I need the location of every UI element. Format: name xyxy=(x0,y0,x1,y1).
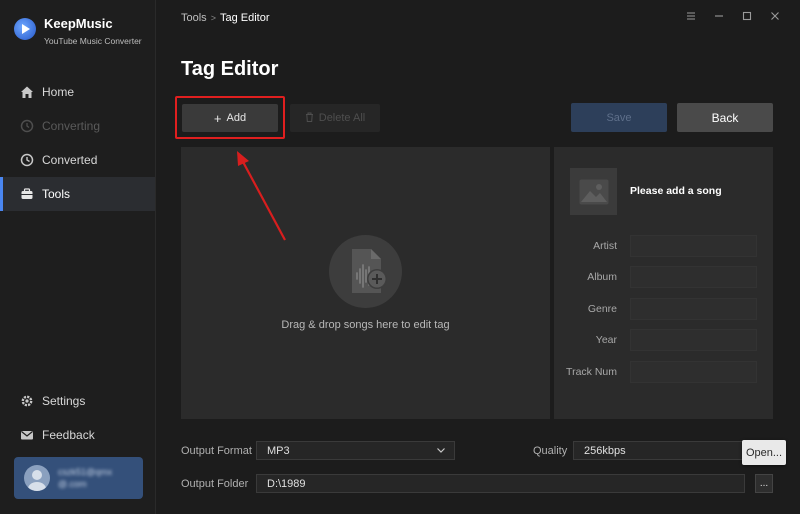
browse-folder-button[interactable]: ... xyxy=(755,474,773,493)
breadcrumb: Tools > Tag Editor xyxy=(181,12,269,24)
brand: KeepMusic YouTube Music Converter xyxy=(14,16,142,46)
output-folder-label: Output Folder xyxy=(181,478,249,490)
output-folder-value: D:\1989 xyxy=(267,477,306,490)
history-icon xyxy=(20,153,34,167)
tag-editor-panel: Please add a song Artist Album Genre Yea… xyxy=(554,147,773,419)
album-cover-placeholder xyxy=(570,168,617,215)
menu-icon[interactable] xyxy=(686,10,696,24)
user-account-card[interactable]: cszk51@qmx @.com xyxy=(14,457,143,499)
sidebar-item-label: Tools xyxy=(42,187,71,201)
artist-label: Artist xyxy=(593,240,617,252)
page-title: Tag Editor xyxy=(181,58,279,80)
delete-all-button[interactable]: Delete All xyxy=(290,104,380,132)
trash-icon xyxy=(305,112,314,125)
user-info: cszk51@qmx @.com xyxy=(58,466,112,490)
year-label: Year xyxy=(595,334,617,346)
sidebar-item-settings[interactable]: Settings xyxy=(0,384,155,418)
song-title: Please add a song xyxy=(630,185,722,197)
user-name: cszk51@qmx xyxy=(58,467,113,477)
highlight-annotation-box xyxy=(175,96,285,139)
album-field[interactable] xyxy=(630,266,757,288)
output-folder-field[interactable]: D:\1989 xyxy=(256,474,745,493)
drop-zone-text: Drag & drop songs here to edit tag xyxy=(281,319,450,331)
sidebar: KeepMusic YouTube Music Converter Home C… xyxy=(0,0,156,514)
sidebar-nav: Home Converting Converted Tools xyxy=(0,75,155,211)
artist-field[interactable] xyxy=(630,235,757,257)
back-button[interactable]: Back xyxy=(677,103,773,132)
sidebar-item-label: Converting xyxy=(42,119,101,133)
close-icon[interactable] xyxy=(770,10,780,24)
quality-select[interactable]: 256kbps xyxy=(573,441,763,460)
minimize-icon[interactable] xyxy=(714,10,724,24)
save-button[interactable]: Save xyxy=(571,103,667,132)
sidebar-item-feedback[interactable]: Feedback xyxy=(0,418,155,452)
chevron-down-icon xyxy=(436,445,446,458)
app-name: KeepMusic xyxy=(44,16,113,31)
sidebar-item-label: Converted xyxy=(42,153,98,167)
output-format-select[interactable]: MP3 xyxy=(256,441,455,460)
breadcrumb-separator: > xyxy=(210,13,216,23)
output-format-label: Output Format xyxy=(181,445,252,457)
track-num-field[interactable] xyxy=(630,361,757,383)
track-num-label: Track Num xyxy=(566,366,617,378)
home-icon xyxy=(20,85,34,99)
delete-all-label: Delete All xyxy=(318,112,366,124)
avatar xyxy=(24,465,50,491)
album-label: Album xyxy=(587,271,617,283)
quality-value: 256kbps xyxy=(584,444,626,457)
window-controls xyxy=(686,10,780,24)
breadcrumb-current: Tag Editor xyxy=(219,12,270,24)
sidebar-item-tools[interactable]: Tools xyxy=(0,177,155,211)
sidebar-item-label: Feedback xyxy=(42,428,95,442)
output-format-value: MP3 xyxy=(267,444,290,457)
audio-file-add-icon xyxy=(329,235,402,308)
image-icon xyxy=(579,179,608,204)
sidebar-item-label: Home xyxy=(42,85,75,99)
user-email: @.com xyxy=(58,479,87,489)
toolbox-icon xyxy=(20,187,34,201)
gear-icon xyxy=(20,394,34,408)
quality-label: Quality xyxy=(533,445,568,457)
genre-field[interactable] xyxy=(630,298,757,320)
arrow-annotation-icon xyxy=(237,151,286,241)
sidebar-item-converting[interactable]: Converting xyxy=(0,109,155,143)
app-logo-icon xyxy=(14,18,36,40)
open-tooltip: Open... xyxy=(742,440,786,465)
mail-icon xyxy=(20,428,34,442)
sidebar-item-home[interactable]: Home xyxy=(0,75,155,109)
sidebar-bottom: Settings Feedback xyxy=(0,384,155,452)
sidebar-item-converted[interactable]: Converted xyxy=(0,143,155,177)
clock-icon xyxy=(20,119,34,133)
app-subtitle: YouTube Music Converter xyxy=(44,36,142,46)
sidebar-item-label: Settings xyxy=(42,394,86,408)
breadcrumb-root[interactable]: Tools xyxy=(181,12,207,24)
year-field[interactable] xyxy=(630,329,757,351)
maximize-icon[interactable] xyxy=(742,10,752,24)
genre-label: Genre xyxy=(587,303,617,315)
